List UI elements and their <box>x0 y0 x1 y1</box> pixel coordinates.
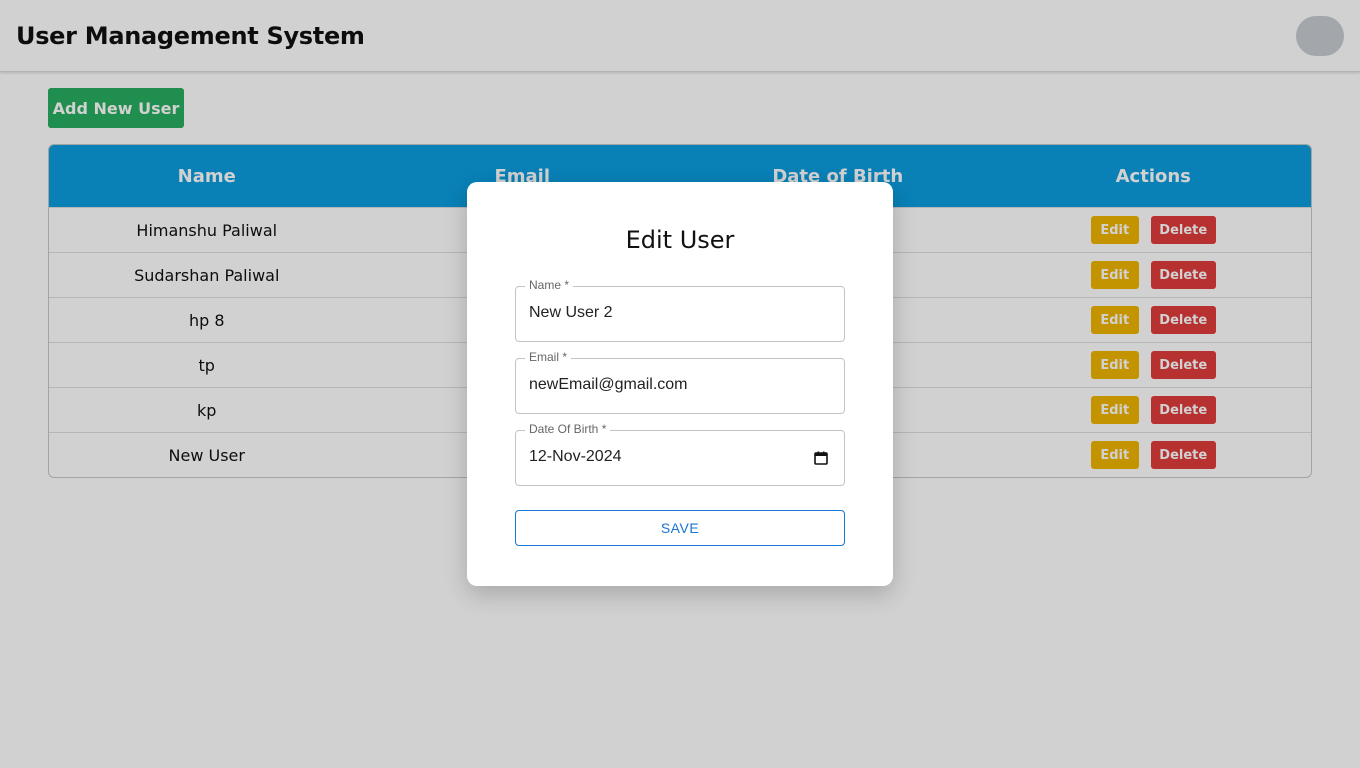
dob-field-value[interactable]: 12-Nov-2024 <box>529 448 622 466</box>
email-field-label: Email * <box>525 350 572 364</box>
name-field-value[interactable]: New User 2 <box>529 304 613 322</box>
email-field-value[interactable]: newEmail@gmail.com <box>529 376 688 394</box>
calendar-icon[interactable] <box>814 451 828 465</box>
email-field[interactable]: Email * newEmail@gmail.com <box>515 350 845 414</box>
save-button[interactable]: SAVE <box>515 510 845 546</box>
name-field[interactable]: Name * New User 2 <box>515 278 845 342</box>
name-field-label: Name * <box>525 278 574 292</box>
dob-field-label: Date Of Birth * <box>525 422 611 436</box>
dialog-title: Edit User <box>625 226 735 254</box>
date-of-birth-field[interactable]: Date Of Birth * 12-Nov-2024 <box>515 422 845 486</box>
edit-user-dialog: Edit User Name * New User 2 Email * newE… <box>467 182 893 586</box>
